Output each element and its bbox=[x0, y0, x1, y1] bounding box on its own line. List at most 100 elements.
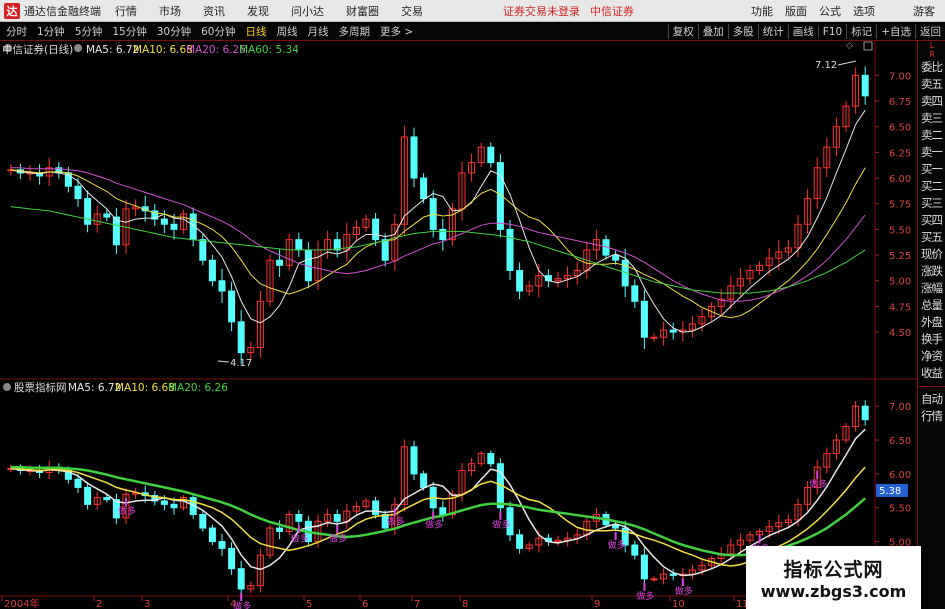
date-axis-label: 7 bbox=[414, 599, 420, 609]
main-axis-label: 4.50 bbox=[889, 328, 911, 339]
sub-candle-body bbox=[861, 405, 869, 421]
main-candle-body bbox=[170, 223, 178, 230]
watermark-title: 指标公式网 bbox=[783, 558, 884, 581]
panel-header[interactable]: LR bbox=[918, 41, 945, 59]
add-watchlist-button[interactable]: +自选 bbox=[876, 24, 915, 39]
sub-candle-body bbox=[276, 527, 284, 532]
main-axis-label: 7.00 bbox=[889, 71, 911, 82]
guest-user[interactable]: 游客 bbox=[913, 3, 935, 19]
adjust-button[interactable]: 复权 bbox=[667, 24, 698, 39]
panel-item[interactable]: 卖一 bbox=[918, 144, 945, 161]
mark-button[interactable]: 标记 bbox=[846, 24, 876, 39]
diamond-icon[interactable]: ◇ bbox=[846, 41, 853, 51]
back-button[interactable]: 返回 bbox=[915, 24, 945, 39]
sub-candle-body bbox=[410, 446, 418, 475]
panel-item[interactable]: 净资 bbox=[918, 348, 945, 365]
panel-item[interactable]: 委比 bbox=[918, 59, 945, 76]
watermark-url: www.zbgs3.com bbox=[760, 581, 907, 601]
main-axis-label: 6.75 bbox=[889, 97, 911, 108]
tab-monthly[interactable]: 月线 bbox=[308, 24, 329, 39]
login-notice[interactable]: 证券交易未登录 bbox=[503, 3, 580, 19]
tab-15min[interactable]: 15分钟 bbox=[112, 24, 146, 39]
broker-name: 中信证券 bbox=[590, 4, 634, 18]
panel-item[interactable]: 卖四 bbox=[918, 93, 945, 110]
menu-item-market[interactable]: 市场 bbox=[159, 3, 181, 19]
signal-label: 做多 bbox=[118, 505, 136, 517]
panel-item[interactable]: 买四 bbox=[918, 212, 945, 229]
panel-item[interactable]: 外盘 bbox=[918, 314, 945, 331]
low-price-marker: 4.17 bbox=[230, 358, 252, 369]
sub-candle-body bbox=[160, 500, 168, 505]
chart-background bbox=[0, 41, 917, 609]
date-axis-label: 2004年 bbox=[4, 597, 39, 609]
overlay-button[interactable]: 叠加 bbox=[697, 24, 728, 39]
sub-collapse-icon[interactable] bbox=[3, 383, 11, 391]
panel-item[interactable]: 卖三 bbox=[918, 110, 945, 127]
signal-label: 做多 bbox=[809, 478, 827, 490]
main-axis-label: 6.50 bbox=[889, 123, 911, 134]
indicator-toggle-icon[interactable] bbox=[74, 44, 82, 52]
tab-1min[interactable]: 1分钟 bbox=[37, 24, 65, 39]
panel-auto[interactable]: 自动 bbox=[918, 391, 945, 408]
signal-label: 做多 bbox=[387, 515, 405, 527]
tab-5min[interactable]: 5分钟 bbox=[75, 24, 103, 39]
tab-daily[interactable]: 日线 bbox=[246, 24, 267, 39]
multi-stock-button[interactable]: 多股 bbox=[727, 24, 758, 39]
main-candle-body bbox=[650, 336, 658, 339]
date-axis-label: 10 bbox=[672, 599, 685, 609]
f10-button[interactable]: F10 bbox=[817, 25, 846, 38]
panel-item[interactable]: 总量 bbox=[918, 297, 945, 314]
sub-candle-body bbox=[199, 514, 207, 529]
menu-item-wealth[interactable]: 财富圈 bbox=[346, 3, 379, 19]
draw-button[interactable]: 画线 bbox=[787, 24, 818, 39]
menu-item-news[interactable]: 资讯 bbox=[203, 3, 225, 19]
sub-candle-body bbox=[208, 527, 216, 543]
main-candle-body bbox=[410, 136, 418, 179]
main-candle-body bbox=[112, 216, 120, 246]
panel-item[interactable]: 现价 bbox=[918, 246, 945, 263]
kline-chart[interactable]: 中信证券(日线) MA5: 6.72 MA10: 6.68 MA20: 6.26… bbox=[0, 41, 917, 609]
panel-item[interactable]: 收益 bbox=[918, 365, 945, 382]
tab-weekly[interactable]: 周线 bbox=[277, 24, 298, 39]
panel-item[interactable]: 买二 bbox=[918, 178, 945, 195]
tab-intraday[interactable]: 分时 bbox=[6, 24, 27, 39]
panel-divider-line bbox=[918, 386, 945, 387]
tab-30min[interactable]: 30分钟 bbox=[157, 24, 191, 39]
menu-item-ask[interactable]: 问小达 bbox=[291, 3, 324, 19]
main-candle-body bbox=[84, 198, 92, 225]
signal-label: 做多 bbox=[492, 519, 510, 531]
ma20-label: MA20: 6.26 bbox=[186, 44, 246, 56]
sub-candle-body bbox=[295, 514, 303, 522]
panel-item[interactable]: 买一 bbox=[918, 161, 945, 178]
menu-item-function[interactable]: 功能 bbox=[751, 3, 773, 19]
menu-item-trade[interactable]: 交易 bbox=[401, 3, 423, 19]
menu-item-discover[interactable]: 发现 bbox=[247, 3, 269, 19]
ma60-label: MA60: 5.34 bbox=[239, 44, 299, 56]
signal-label: 做多 bbox=[291, 532, 309, 544]
sub-axis-label: 7.00 bbox=[889, 402, 911, 413]
signal-label: 做多 bbox=[636, 590, 654, 602]
tab-60min[interactable]: 60分钟 bbox=[201, 24, 235, 39]
menu-item-formula[interactable]: 公式 bbox=[819, 3, 841, 19]
ma5-label: MA5: 6.72 bbox=[86, 44, 139, 56]
tab-multi-period[interactable]: 多周期 bbox=[339, 24, 371, 39]
stats-button[interactable]: 统计 bbox=[757, 24, 788, 39]
main-candle-body bbox=[612, 254, 620, 261]
panel-item[interactable]: 买三 bbox=[918, 195, 945, 212]
menu-item-options[interactable]: 选项 bbox=[853, 3, 875, 19]
high-price-marker: 7.12 bbox=[815, 60, 837, 71]
menu-item-quotes[interactable]: 行情 bbox=[115, 3, 137, 19]
panel-item[interactable]: 涨跌 bbox=[918, 263, 945, 280]
panel-item[interactable]: 换手 bbox=[918, 331, 945, 348]
panel-item[interactable]: 卖五 bbox=[918, 76, 945, 93]
sub-candle-body bbox=[84, 486, 92, 505]
main-candle-body bbox=[237, 321, 245, 354]
panel-item[interactable]: 卖二 bbox=[918, 127, 945, 144]
panel-quotes[interactable]: 行情 bbox=[918, 408, 945, 425]
menu-item-layout[interactable]: 版面 bbox=[785, 3, 807, 19]
sub-candle-body bbox=[631, 544, 639, 556]
date-axis-label: 5 bbox=[306, 599, 312, 609]
tab-more[interactable]: 更多 > bbox=[380, 24, 413, 39]
panel-item[interactable]: 涨幅 bbox=[918, 280, 945, 297]
panel-item[interactable]: 买五 bbox=[918, 229, 945, 246]
